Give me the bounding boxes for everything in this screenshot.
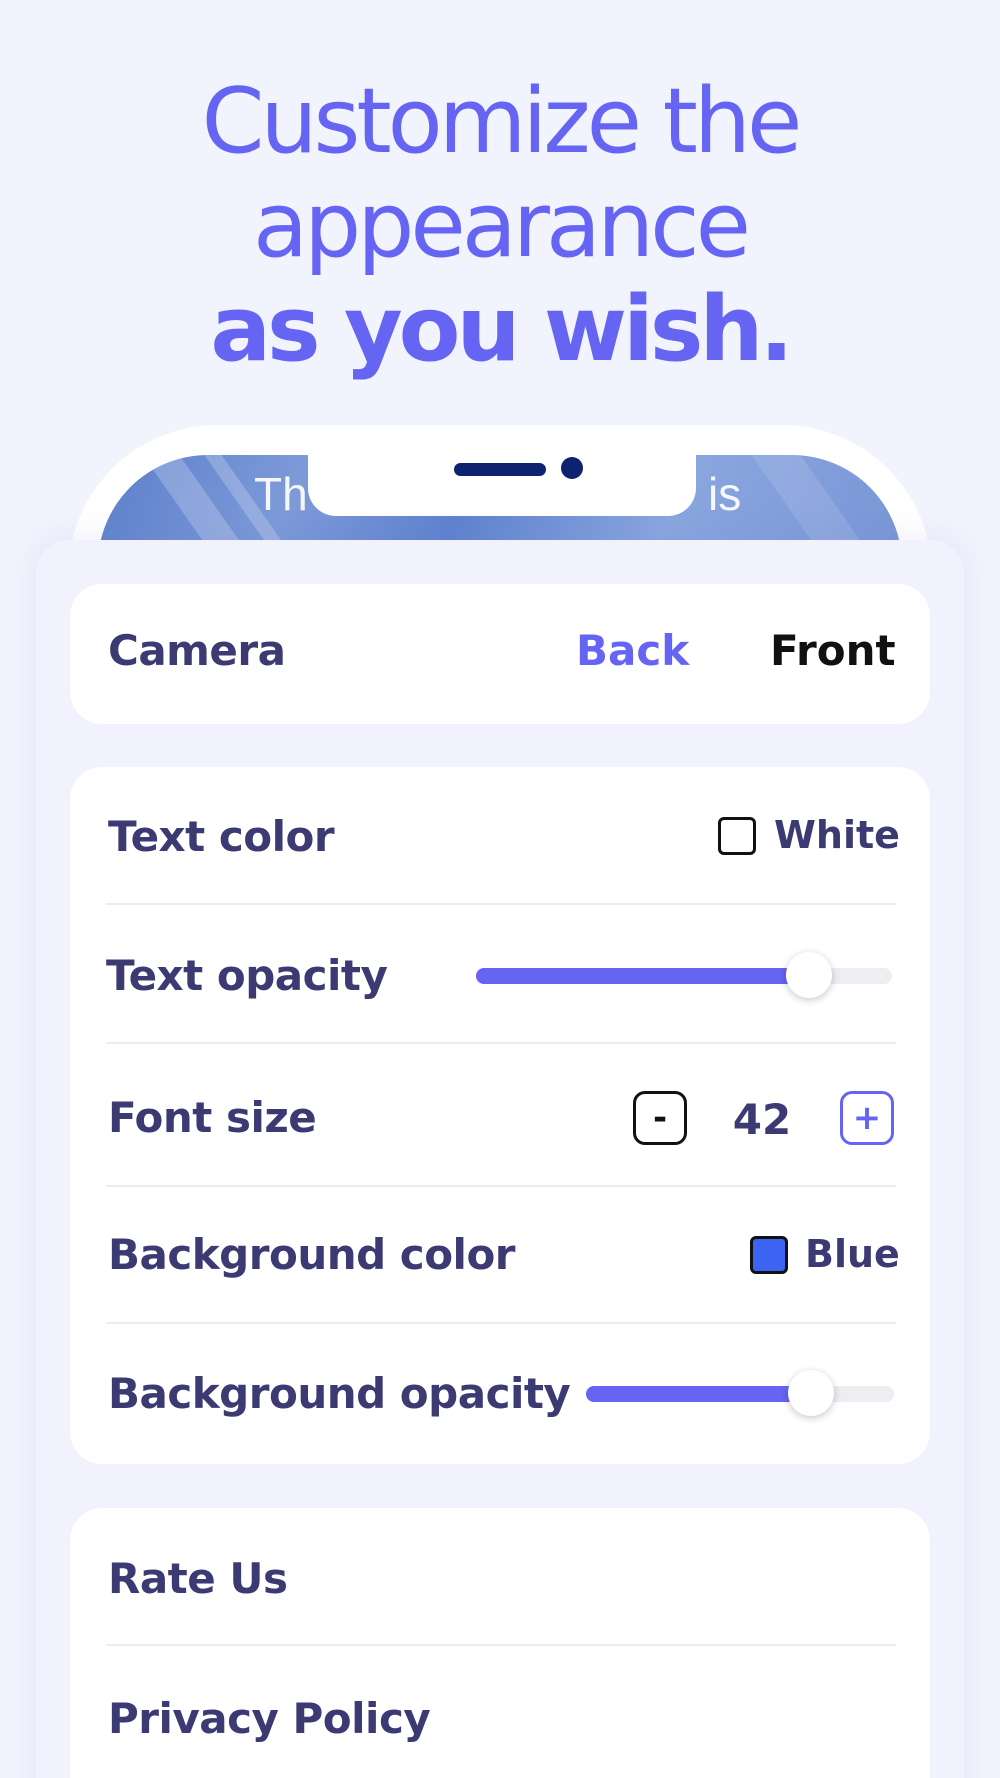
background-color-label: Background color: [108, 1230, 516, 1279]
font-size-value: 42: [732, 1095, 792, 1144]
phone-notch: [308, 448, 696, 516]
speaker-grille: [454, 463, 546, 476]
text-color-label: Text color: [108, 812, 335, 861]
divider: [106, 903, 896, 905]
background-color-value[interactable]: Blue: [805, 1232, 900, 1276]
front-camera-dot: [561, 457, 583, 479]
divider: [106, 1644, 896, 1646]
background-opacity-slider[interactable]: [586, 1370, 894, 1416]
background-opacity-label: Background opacity: [108, 1369, 571, 1418]
appearance-card: Text color White Text opacity Font size …: [70, 767, 930, 1464]
preview-text-right: is: [708, 468, 742, 520]
divider: [106, 1185, 896, 1187]
links-card: Rate Us Privacy Policy: [70, 1508, 930, 1778]
font-size-label: Font size: [108, 1093, 317, 1142]
text-opacity-label: Text opacity: [106, 951, 388, 1000]
preview-text-left: Th: [254, 468, 308, 520]
text-opacity-slider[interactable]: [476, 952, 892, 998]
text-opacity-knob[interactable]: [785, 952, 832, 998]
font-size-increase-button[interactable]: +: [840, 1091, 894, 1145]
text-color-value[interactable]: White: [774, 813, 900, 857]
font-size-decrease-button[interactable]: -: [633, 1091, 687, 1145]
camera-option-back[interactable]: Back: [576, 626, 689, 675]
divider: [106, 1042, 896, 1044]
camera-label: Camera: [108, 626, 286, 675]
headline-line-2: appearance: [253, 173, 751, 278]
headline-line-1: Customize the: [201, 69, 803, 174]
divider: [106, 1322, 896, 1324]
background-opacity-knob[interactable]: [787, 1370, 834, 1416]
background-opacity-fill: [586, 1386, 811, 1402]
privacy-policy-link[interactable]: Privacy Policy: [108, 1694, 431, 1743]
rate-us-link[interactable]: Rate Us: [108, 1554, 288, 1603]
camera-card: Camera Back Front: [70, 584, 930, 724]
headline-line-3: as you wish.: [210, 277, 793, 382]
text-color-swatch[interactable]: [718, 817, 756, 855]
text-opacity-fill: [476, 968, 809, 984]
camera-option-front[interactable]: Front: [770, 626, 896, 675]
background-color-swatch[interactable]: [750, 1236, 788, 1274]
headline: Customize the appearance as you wish.: [0, 70, 1000, 382]
